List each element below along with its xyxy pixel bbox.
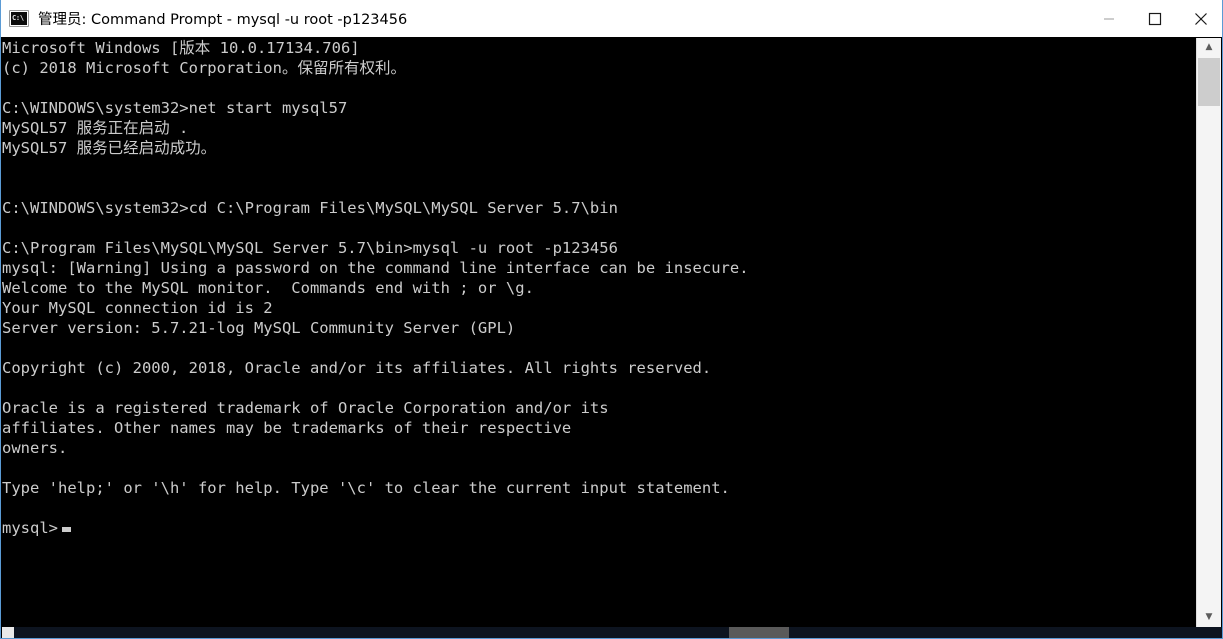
- console-line: Type 'help;' or '\h' for help. Type '\c'…: [2, 479, 730, 497]
- horizontal-scrollbar[interactable]: [2, 627, 1222, 638]
- cmd-icon-label: C:\: [12, 14, 24, 22]
- close-button[interactable]: [1178, 0, 1222, 37]
- console-line: Microsoft Windows [版本 10.0.17134.706]: [2, 39, 360, 57]
- title-bar-left: C:\ 管理员: Command Prompt - mysql -u root …: [1, 8, 1086, 29]
- vertical-scrollbar[interactable]: ▲ ▼: [1196, 38, 1221, 627]
- title-bar[interactable]: C:\ 管理员: Command Prompt - mysql -u root …: [1, 0, 1222, 38]
- minimize-button[interactable]: [1086, 0, 1132, 37]
- console-line: (c) 2018 Microsoft Corporation。保留所有权利。: [2, 59, 406, 77]
- mysql-prompt-label: mysql>: [2, 519, 58, 537]
- horizontal-scrollbar-left-cap: [2, 627, 14, 638]
- console-line: MySQL57 服务正在启动 .: [2, 119, 189, 137]
- console-line: Server version: 5.7.21-log MySQL Communi…: [2, 319, 516, 337]
- maximize-button[interactable]: [1132, 0, 1178, 37]
- console-line: Oracle is a registered trademark of Orac…: [2, 399, 609, 417]
- console-line: Your MySQL connection id is 2: [2, 299, 273, 317]
- console-line: MySQL57 服务已经启动成功。: [2, 139, 217, 157]
- console-text: Microsoft Windows [版本 10.0.17134.706] (c)…: [2, 38, 1198, 538]
- cmd-console-icon[interactable]: C:\: [9, 10, 29, 27]
- console-line: C:\WINDOWS\system32>net start mysql57: [2, 99, 348, 117]
- scroll-down-button[interactable]: ▼: [1197, 608, 1221, 627]
- mysql-prompt-line[interactable]: mysql>: [2, 518, 71, 538]
- minimize-icon: [1104, 18, 1114, 19]
- command-prompt-window: C:\ 管理员: Command Prompt - mysql -u root …: [0, 0, 1223, 639]
- console-line: Copyright (c) 2000, 2018, Oracle and/or …: [2, 359, 712, 377]
- close-icon: [1195, 12, 1207, 25]
- maximize-icon: [1148, 12, 1162, 25]
- horizontal-scrollbar-thumb[interactable]: [729, 627, 789, 638]
- console-output-area[interactable]: Microsoft Windows [版本 10.0.17134.706] (c)…: [1, 38, 1198, 627]
- console-line: C:\Program Files\MySQL\MySQL Server 5.7\…: [2, 239, 618, 257]
- console-line: owners.: [2, 439, 68, 457]
- text-cursor: [62, 527, 71, 532]
- scrollbar-corner: [1196, 627, 1221, 638]
- console-line: affiliates. Other names may be trademark…: [2, 419, 572, 437]
- chevron-up-icon: ▲: [1205, 42, 1213, 52]
- window-title: 管理员: Command Prompt - mysql -u root -p12…: [38, 12, 408, 28]
- window-controls: [1086, 0, 1222, 37]
- scroll-up-button[interactable]: ▲: [1197, 38, 1221, 57]
- console-line: mysql: [Warning] Using a password on the…: [2, 259, 749, 277]
- console-line: Welcome to the MySQL monitor. Commands e…: [2, 279, 534, 297]
- chevron-down-icon: ▼: [1205, 612, 1213, 622]
- vertical-scrollbar-thumb[interactable]: [1198, 58, 1220, 106]
- console-line: C:\WINDOWS\system32>cd C:\Program Files\…: [2, 199, 618, 217]
